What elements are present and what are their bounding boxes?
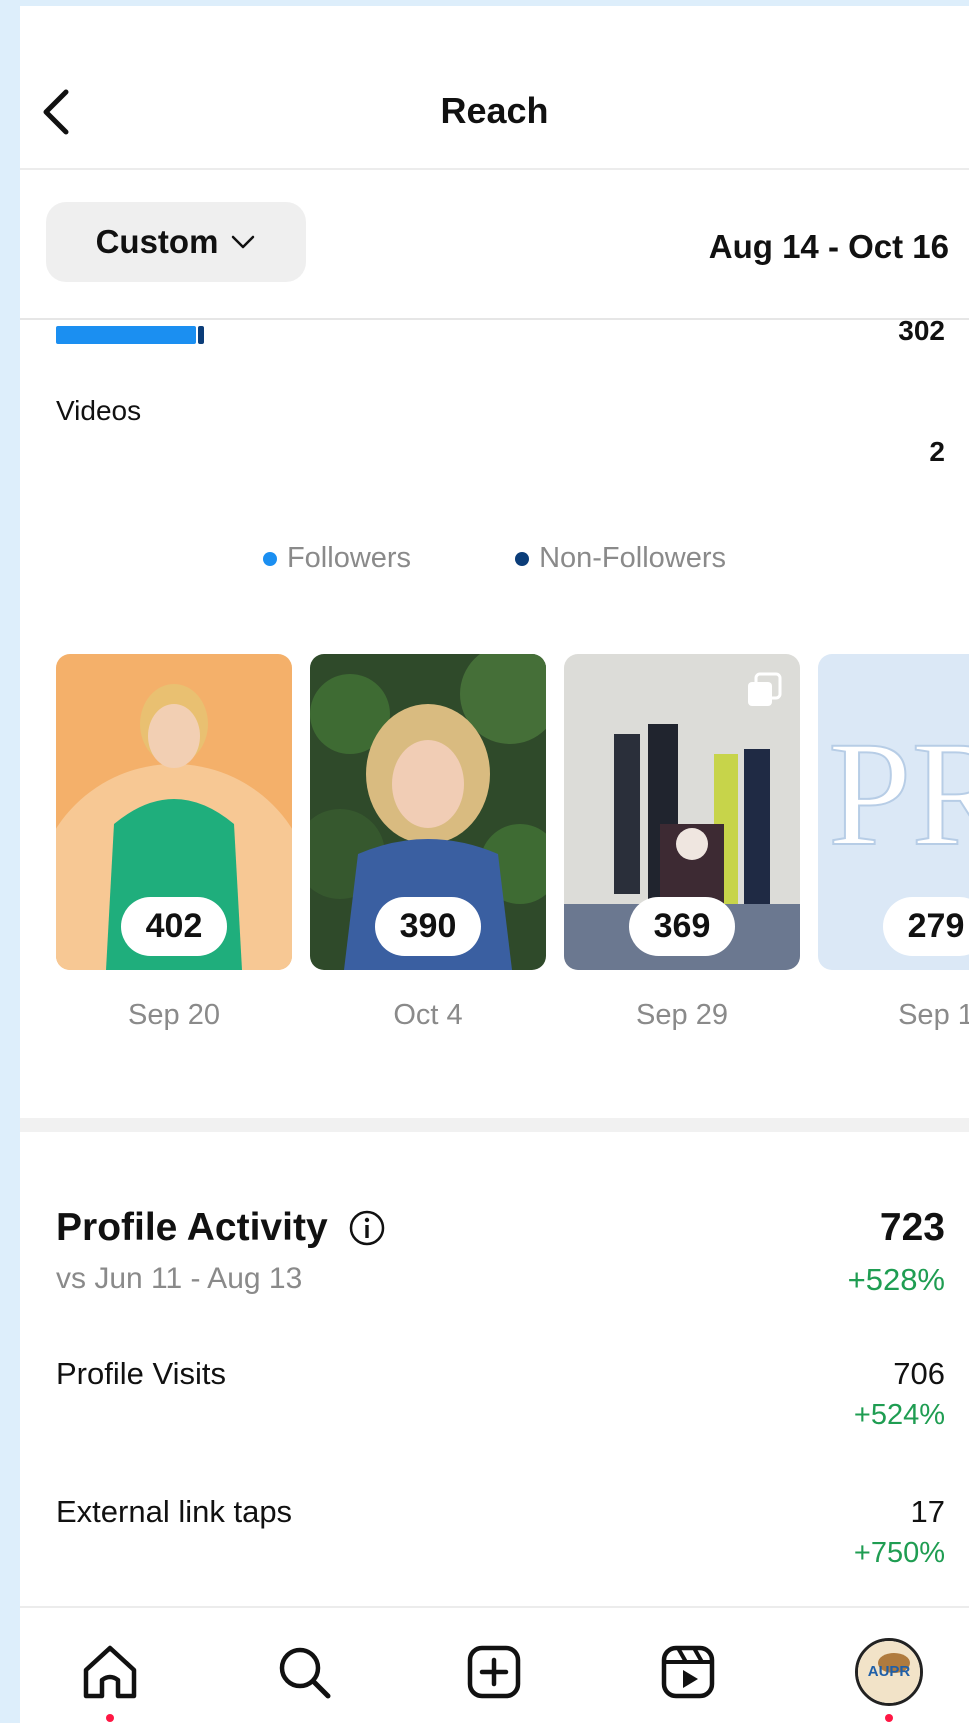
legend-non-followers-label: Non-Followers [539,542,727,574]
reach-count-badge: 369 [629,897,735,956]
date-range: Aug 14 - Oct 16 [708,228,949,265]
search-icon[interactable] [272,1640,336,1704]
page-title: Reach [440,90,549,131]
profile-activity-title: Profile Activity [56,1206,328,1249]
profile-activity-change: +528% [847,1262,945,1297]
date-filter-row: Custom Aug 14 - Oct 16 [20,170,969,320]
period-dropdown[interactable]: Custom [46,202,306,282]
info-icon[interactable] [348,1209,386,1247]
carousel-post-icon [748,672,782,706]
period-label: Custom [95,223,219,260]
svg-text:PR: PR [828,711,969,877]
avatar-text: AUPR [867,1663,911,1680]
header: Reach [20,6,969,170]
reach-count-badge: 390 [375,897,481,956]
reels-icon[interactable] [656,1640,720,1704]
followers-dot-icon [262,551,277,566]
profile-avatar[interactable]: AUPR [855,1638,923,1706]
reach-count-badge: 402 [121,897,227,956]
legend-followers-label: Followers [286,542,412,574]
external-link-taps-change: +750% [853,1537,945,1569]
reach-count-badge: 279 [883,897,969,956]
non-followers-reach-bar [198,326,204,344]
external-link-taps-label: External link taps [56,1494,293,1529]
content-card[interactable]: 369 [564,654,800,970]
create-icon[interactable] [462,1640,526,1704]
profile-visits-change: +524% [853,1399,945,1431]
profile-visits-label: Profile Visits [56,1356,226,1391]
notification-dot [885,1714,893,1722]
videos-label: Videos [56,395,142,426]
legend: Followers Non-Followers [20,542,969,575]
comparison-period: vs Jun 11 - Aug 13 [56,1262,303,1295]
profile-visits-value: 706 [893,1356,945,1391]
content-card[interactable]: 390 [310,654,546,970]
external-link-taps-value: 17 [910,1494,945,1529]
content-card[interactable]: PR 279 [818,654,969,970]
followers-reach-bar [56,326,196,344]
notification-dot [106,1714,114,1722]
videos-value: 2 [929,436,945,467]
profile-activity-total: 723 [879,1206,945,1249]
legend-followers: Followers [262,542,412,575]
content-date: Sep 29 [636,999,728,1031]
chevron-down-icon [232,235,255,249]
home-icon[interactable] [78,1640,142,1704]
reach-value: 302 [898,315,945,346]
legend-non-followers: Non-Followers [515,542,726,575]
section-divider [20,1118,969,1132]
bottom-nav: AUPR [20,1606,969,1723]
content-date: Oct 4 [393,999,463,1031]
top-content-carousel[interactable]: 402 Sep 20 390 Oct 4 369 Sep 29 PR 279 S… [56,654,969,1034]
profile-activity-heading: Profile Activity [56,1206,386,1250]
non-followers-dot-icon [515,551,530,566]
reach-screen: Reach Custom Aug 14 - Oct 16 302 Videos … [20,6,969,1723]
content-date: Sep 20 [128,999,220,1031]
content-card[interactable]: 402 [56,654,292,970]
content-date: Sep 1 [898,999,969,1031]
